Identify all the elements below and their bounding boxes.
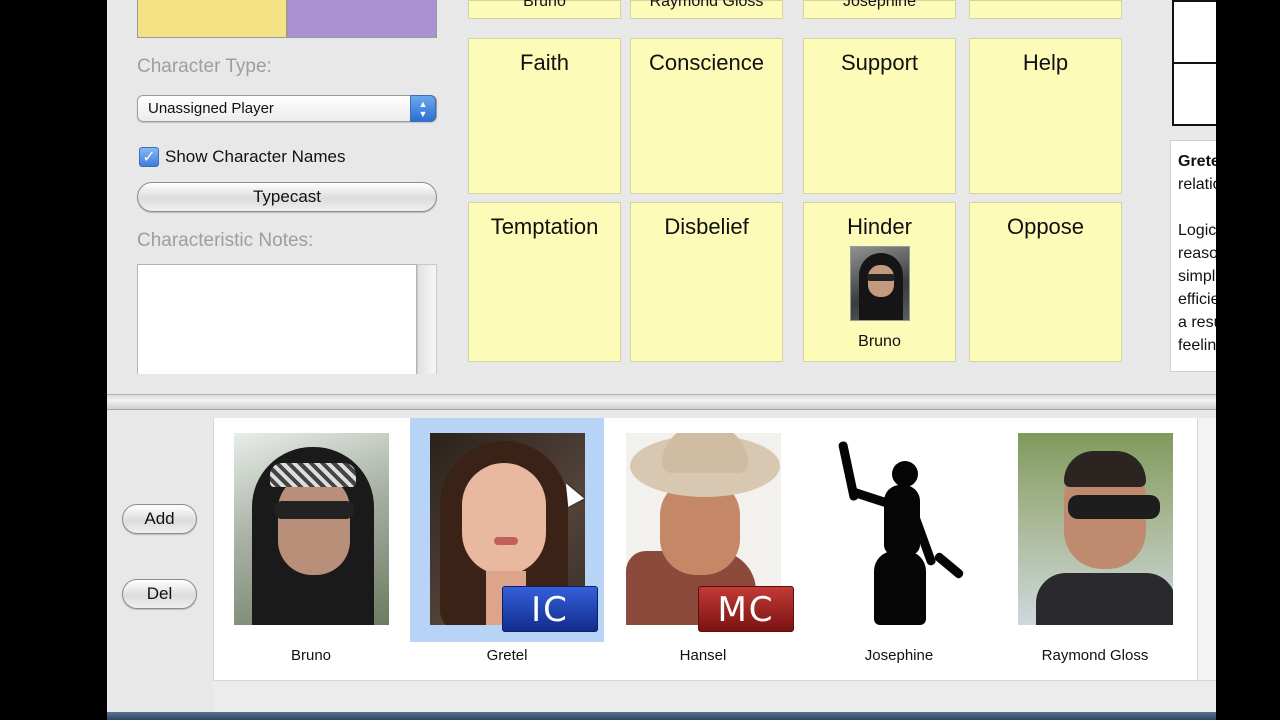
grid-cell-title: Help bbox=[1022, 50, 1069, 75]
grid-cell-title: Support bbox=[840, 50, 919, 75]
description-line: simple bbox=[1178, 268, 1216, 285]
bruno-photo bbox=[234, 433, 389, 625]
show-names-label: Show Character Names bbox=[165, 147, 346, 166]
cast-name: Raymond Gloss bbox=[1041, 647, 1149, 664]
select-arrows-icon: ▲ ▼ bbox=[410, 95, 436, 122]
cast-card-hansel[interactable]: MC Hansel bbox=[606, 418, 800, 664]
cast-browser: Bruno IC Gretel MC Hansel Josephine Raym… bbox=[213, 418, 1197, 680]
description-line: Logic bbox=[1178, 222, 1216, 239]
grid-cell-member: Josephine bbox=[843, 0, 916, 10]
delete-character-button[interactable]: Del bbox=[122, 579, 197, 609]
character-type-select[interactable]: Unassigned Player ▲ ▼ bbox=[137, 95, 437, 122]
description-name: Gretel bbox=[1178, 153, 1216, 170]
cast-name: Gretel bbox=[486, 647, 528, 664]
grid-cell-hinder[interactable]: Hinder Bruno bbox=[803, 202, 956, 362]
grid-cell-partial[interactable]: Bruno bbox=[468, 0, 621, 19]
grid-cell-partial[interactable] bbox=[969, 0, 1122, 19]
cast-card-gretel[interactable]: IC Gretel bbox=[410, 418, 604, 664]
grid-cell-support[interactable]: Support bbox=[803, 38, 956, 194]
cast-card-bruno[interactable]: Bruno bbox=[214, 418, 408, 664]
notes-scrollbar[interactable] bbox=[417, 264, 437, 374]
mc-badge: MC bbox=[698, 586, 794, 632]
description-line bbox=[1178, 196, 1216, 219]
relationship-divider bbox=[1174, 62, 1216, 64]
character-type-value: Unassigned Player bbox=[148, 100, 274, 117]
grid-cell-help[interactable]: Help bbox=[969, 38, 1122, 194]
grid-cell-title: Hinder bbox=[847, 214, 912, 239]
josephine-silhouette bbox=[822, 433, 977, 625]
ic-badge: IC bbox=[502, 586, 598, 632]
color-swatch-yellow[interactable] bbox=[137, 0, 287, 38]
grid-cell-member: Raymond Gloss bbox=[649, 0, 764, 10]
cast-name: Hansel bbox=[679, 647, 727, 664]
grid-cell-partial[interactable]: Josephine bbox=[803, 0, 956, 19]
cast-card-raymond-gloss[interactable]: Raymond Gloss bbox=[998, 418, 1192, 664]
dock-bar bbox=[107, 712, 1216, 720]
grid-cell-title: Faith bbox=[520, 50, 569, 75]
pane-splitter[interactable] bbox=[107, 394, 1216, 410]
grid-cell-title: Conscience bbox=[649, 50, 764, 75]
character-type-label: Character Type: bbox=[137, 56, 272, 77]
color-swatch-purple[interactable] bbox=[287, 0, 437, 38]
description-line: feeling bbox=[1178, 337, 1216, 354]
cast-card-josephine[interactable]: Josephine bbox=[802, 418, 996, 664]
show-names-checkbox-row[interactable]: ✓ Show Character Names bbox=[139, 146, 345, 168]
bruno-thumbnail[interactable] bbox=[849, 246, 910, 321]
cast-browser-scrollbar[interactable] bbox=[1197, 418, 1216, 680]
grid-cell-faith[interactable]: Faith bbox=[468, 38, 621, 194]
cast-browser-footer bbox=[213, 680, 1216, 712]
grid-cell-member: Bruno bbox=[523, 0, 566, 10]
grid-cell-conscience[interactable]: Conscience bbox=[630, 38, 783, 194]
description-line: a result bbox=[1178, 314, 1216, 331]
grid-cell-member: Bruno bbox=[858, 333, 901, 350]
grid-cell-title: Temptation bbox=[490, 214, 599, 239]
grid-cell-partial[interactable]: Raymond Gloss bbox=[630, 0, 783, 19]
typecast-button[interactable]: Typecast bbox=[137, 182, 437, 212]
description-line: reason bbox=[1178, 245, 1216, 262]
cast-name: Bruno bbox=[290, 647, 332, 664]
app-window: Character Type: Unassigned Player ▲ ▼ ✓ S… bbox=[107, 0, 1216, 720]
raymond-gloss-photo bbox=[1018, 433, 1173, 625]
notes-textarea[interactable] bbox=[137, 264, 417, 374]
character-description: Gretel relationship Logic reason simple … bbox=[1170, 140, 1216, 372]
cast-name: Josephine bbox=[864, 647, 934, 664]
grid-cell-oppose[interactable]: Oppose bbox=[969, 202, 1122, 362]
description-line: relationship bbox=[1178, 176, 1216, 193]
grid-cell-disbelief[interactable]: Disbelief bbox=[630, 202, 783, 362]
notes-label: Characteristic Notes: bbox=[137, 230, 314, 251]
grid-cell-temptation[interactable]: Temptation bbox=[468, 202, 621, 362]
grid-cell-title: Disbelief bbox=[664, 214, 749, 239]
description-line: efficient bbox=[1178, 291, 1216, 308]
add-character-button[interactable]: Add bbox=[122, 504, 197, 534]
checkmark-icon[interactable]: ✓ bbox=[139, 147, 159, 167]
relationship-box[interactable] bbox=[1172, 0, 1216, 126]
grid-cell-title: Oppose bbox=[1006, 214, 1085, 239]
